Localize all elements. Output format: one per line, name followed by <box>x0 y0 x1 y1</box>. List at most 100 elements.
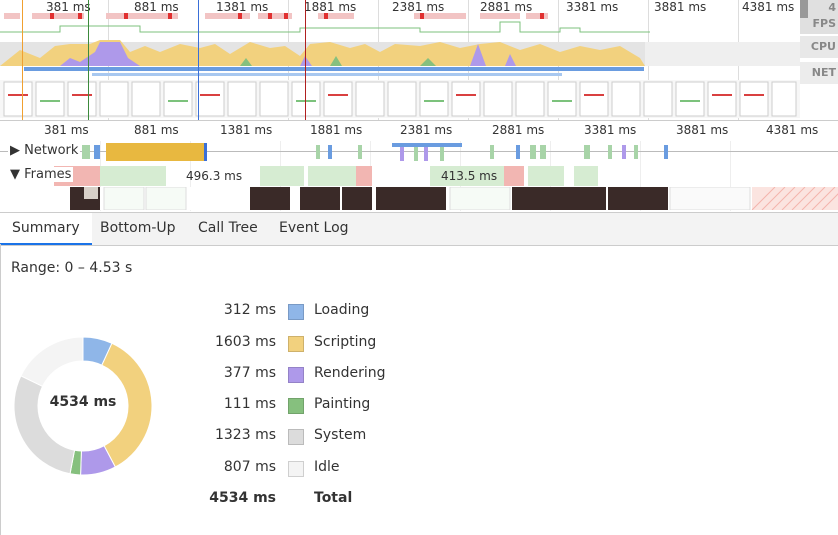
network-request[interactable] <box>400 147 404 161</box>
overview-ruler-label: 2381 ms <box>392 0 445 14</box>
network-request[interactable] <box>608 145 612 159</box>
network-request[interactable] <box>424 147 428 161</box>
frame[interactable] <box>100 166 166 186</box>
frame-dropped[interactable] <box>504 166 524 186</box>
legend-row-system: 1323 ms System <box>200 427 500 449</box>
main-ruler-label: 381 ms <box>44 123 89 137</box>
loading-swatch <box>288 304 304 320</box>
overview-ruler-label: 1881 ms <box>304 0 357 14</box>
frame[interactable] <box>260 166 304 186</box>
network-toggle[interactable]: ▶ Network <box>8 143 81 158</box>
overview-ruler-label: 881 ms <box>134 0 179 14</box>
fps-label-text: FPS <box>812 17 837 30</box>
legend-row-rendering: 377 ms Rendering <box>200 365 500 387</box>
network-request[interactable] <box>634 145 638 159</box>
legend-row-scripting: 1603 ms Scripting <box>200 334 500 356</box>
donut-center-total: 4534 ms <box>49 394 117 410</box>
selection-start-marker[interactable] <box>22 0 23 120</box>
painting-swatch <box>288 398 304 414</box>
tab-bottom-up[interactable]: Bottom-Up <box>88 213 188 243</box>
cpu-label: CPU <box>800 36 838 58</box>
network-label: Network <box>24 143 79 158</box>
network-request[interactable] <box>664 145 668 159</box>
overview-ruler-label: 4381 ms <box>742 0 795 14</box>
network-track[interactable]: ▶ Network <box>0 141 838 211</box>
legend-name: Painting <box>314 396 371 412</box>
marker-line <box>305 0 306 120</box>
legend-value: 1323 ms <box>214 427 276 443</box>
legend-name: System <box>314 427 367 443</box>
tab-call-tree[interactable]: Call Tree <box>186 213 270 243</box>
network-request[interactable] <box>490 145 494 159</box>
network-request[interactable] <box>94 145 100 159</box>
network-request[interactable] <box>358 145 362 159</box>
network-request[interactable] <box>106 143 204 161</box>
overview-ruler-label: 381 ms <box>46 0 91 14</box>
collapse-arrow-icon: ▼ <box>10 167 20 182</box>
legend-value: 377 ms <box>223 365 276 381</box>
scripting-swatch <box>288 336 304 352</box>
legend-value: 312 ms <box>223 302 276 318</box>
main-ruler-label: 881 ms <box>134 123 179 137</box>
network-request[interactable] <box>82 145 90 159</box>
system-swatch <box>288 429 304 445</box>
frame-dropped[interactable] <box>356 166 372 186</box>
network-request[interactable] <box>440 147 444 161</box>
network-request[interactable] <box>516 145 520 159</box>
tab-event-log[interactable]: Event Log <box>267 213 361 243</box>
network-request[interactable] <box>584 145 590 159</box>
fps-line <box>0 21 650 33</box>
overview-ruler-label: 3381 ms <box>566 0 619 14</box>
legend-value: 1603 ms <box>214 334 276 350</box>
expand-arrow-icon: ▶ <box>10 143 20 158</box>
network-request[interactable] <box>316 145 320 159</box>
frame[interactable] <box>528 166 564 186</box>
main-ruler-label: 2881 ms <box>492 123 545 137</box>
frames-track[interactable]: ▼ Frames 496.3 ms 413.5 ms <box>0 166 838 186</box>
network-request[interactable] <box>622 145 626 159</box>
overview-ruler-label: 1381 ms <box>216 0 269 14</box>
net-bar <box>92 73 562 76</box>
legend-row-painting: 111 ms Painting <box>200 396 500 418</box>
legend-row-total: 4534 ms Total <box>200 490 500 512</box>
legend-name: Scripting <box>314 334 377 350</box>
legend-total-value: 4534 ms <box>209 490 276 506</box>
net-bar <box>24 67 644 71</box>
network-request[interactable] <box>540 145 546 159</box>
main-ruler: 381 ms 881 ms 1381 ms 1881 ms 2381 ms 28… <box>0 120 838 141</box>
donut-slice-idle <box>20 336 84 388</box>
network-request[interactable] <box>530 145 536 159</box>
legend-name: Loading <box>314 302 370 318</box>
legend-value: 111 ms <box>223 396 276 412</box>
screenshot-strip <box>0 80 800 118</box>
details-tab-bar: Summary Bottom-Up Call Tree Event Log <box>0 212 838 246</box>
net-label: NET <box>800 62 838 84</box>
legend-name: Rendering <box>314 365 386 381</box>
network-request[interactable] <box>328 145 332 159</box>
rendering-swatch <box>288 367 304 383</box>
legend-total-name: Total <box>314 490 353 506</box>
overview-ruler-label: 3881 ms <box>654 0 707 14</box>
main-ruler-label: 2381 ms <box>400 123 453 137</box>
cpu-chart <box>0 40 800 66</box>
frame[interactable] <box>308 166 356 186</box>
timeline-overview[interactable]: 381 ms 881 ms 1381 ms 1881 ms 2381 ms 28… <box>0 0 838 120</box>
overview-ruler-label: 2881 ms <box>480 0 533 14</box>
frame-duration: 413.5 ms <box>441 169 498 183</box>
tab-summary[interactable]: Summary <box>0 213 92 245</box>
donut-slice-system <box>13 375 76 475</box>
main-ruler-label: 3881 ms <box>676 123 729 137</box>
overview-scroll-handle[interactable] <box>800 0 808 18</box>
main-ruler-label: 1881 ms <box>310 123 363 137</box>
legend-row-loading: 312 ms Loading <box>200 302 500 324</box>
frames-toggle[interactable]: ▼ Frames <box>8 167 74 182</box>
frame[interactable] <box>574 166 598 186</box>
main-ruler-label: 3381 ms <box>584 123 637 137</box>
panel-border <box>0 244 1 535</box>
marker-line <box>88 0 89 120</box>
legend-name: Idle <box>314 459 340 475</box>
network-request[interactable] <box>204 143 207 161</box>
frames-screenshot-strip <box>0 187 838 210</box>
network-request[interactable] <box>414 147 418 161</box>
legend-row-idle: 807 ms Idle <box>200 459 500 481</box>
